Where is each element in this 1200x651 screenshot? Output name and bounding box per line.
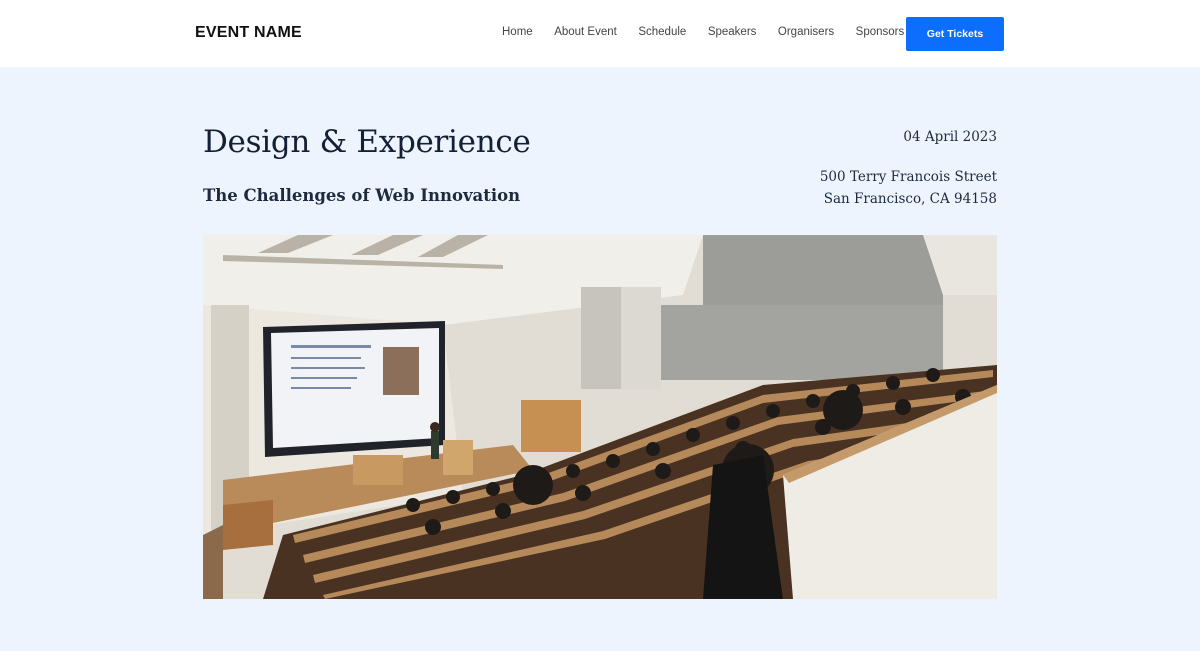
nav-link-home[interactable]: Home (502, 26, 533, 38)
nav-link-about-event[interactable]: About Event (554, 26, 617, 38)
address-line-2: San Francisco, CA 94158 (823, 191, 997, 207)
hero-image (203, 235, 997, 599)
nav-link-speakers[interactable]: Speakers (708, 26, 757, 38)
event-date: 04 April 2023 (903, 129, 997, 145)
get-tickets-button[interactable]: Get Tickets (906, 17, 1004, 51)
nav-link-schedule[interactable]: Schedule (638, 26, 686, 38)
page-subtitle: The Challenges of Web Innovation (203, 186, 521, 205)
nav-link-organisers[interactable]: Organisers (778, 26, 834, 38)
lecture-hall-illustration (203, 235, 997, 599)
site-header: EVENT NAME Home About Event Schedule Spe… (0, 0, 1200, 67)
page-title: Design & Experience (203, 124, 531, 160)
main-nav: Home About Event Schedule Speakers Organ… (502, 26, 904, 38)
brand-logo[interactable]: EVENT NAME (195, 24, 302, 42)
address-line-1: 500 Terry Francois Street (819, 169, 997, 185)
event-address: 500 Terry Francois Street San Francisco,… (820, 166, 997, 210)
nav-link-sponsors[interactable]: Sponsors (856, 26, 905, 38)
